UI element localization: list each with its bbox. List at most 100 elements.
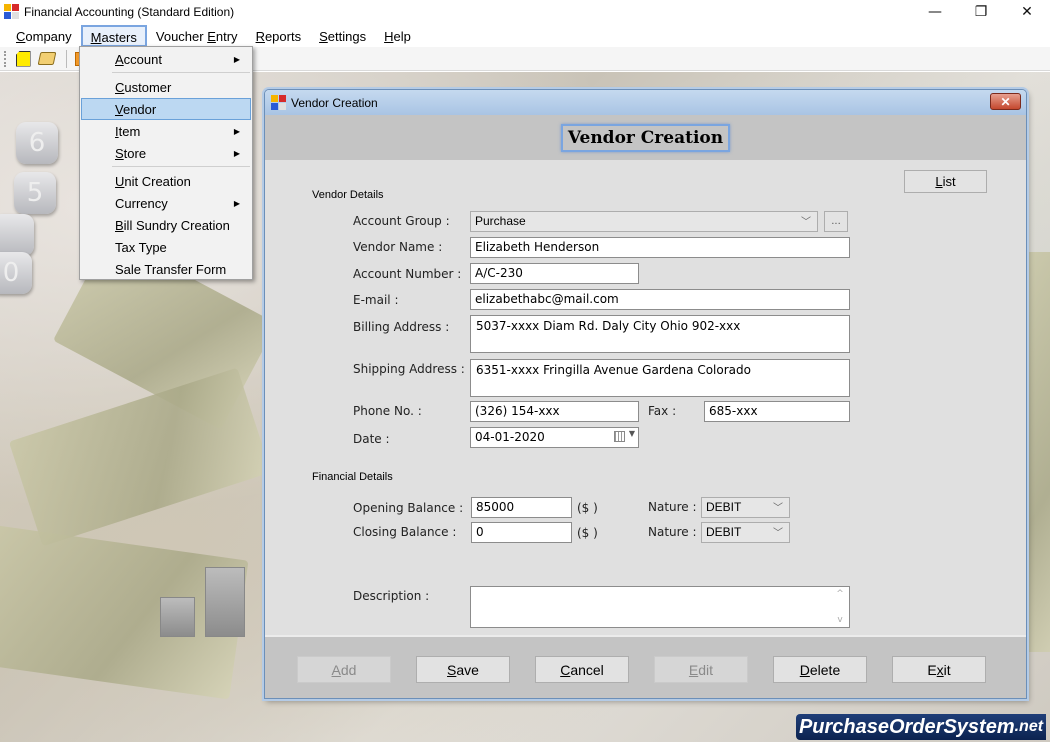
menu-reports[interactable]: Reports	[247, 25, 311, 47]
dialog-heading: Vendor Creation	[560, 123, 731, 152]
menu-item-account[interactable]: Account ▶	[81, 48, 251, 70]
account-group-browse-button[interactable]: ...	[824, 211, 848, 232]
app-title: Financial Accounting (Standard Edition)	[24, 5, 235, 19]
fax-label: Fax :	[648, 404, 677, 418]
open-folder-icon	[37, 52, 57, 65]
date-label: Date :	[353, 432, 390, 446]
account-group-label: Account Group :	[353, 214, 450, 228]
new-document-icon	[15, 50, 31, 67]
menu-item-currency[interactable]: Currency ▶	[81, 192, 251, 214]
shipping-address-textarea[interactable]: 6351-xxxx Fringilla Avenue Gardena Color…	[470, 359, 850, 397]
calculator-key-graphic: 6	[16, 122, 58, 164]
email-input[interactable]: elizabethabc@mail.com	[470, 289, 850, 310]
submenu-arrow-icon: ▶	[233, 127, 240, 136]
chevron-down-icon: ﹀	[773, 528, 783, 539]
menu-item-unit-creation[interactable]: Unit Creation	[81, 170, 251, 192]
menu-voucher-entry[interactable]: Voucher Entry	[147, 25, 247, 47]
financial-details-section-label: Financial Details	[312, 471, 393, 483]
close-button[interactable]: ✕	[1004, 0, 1050, 24]
submenu-arrow-icon: ▶	[233, 55, 240, 64]
fax-input[interactable]: 685-xxx	[704, 401, 850, 422]
phone-label: Phone No. :	[353, 404, 422, 418]
chevron-down-icon: ﹀	[801, 217, 811, 228]
description-textarea[interactable]: ^ v	[470, 586, 850, 628]
menu-item-item[interactable]: Item ▶	[81, 120, 251, 142]
menu-separator	[112, 166, 250, 167]
menu-item-sale-transfer-form[interactable]: Sale Transfer Form	[81, 258, 251, 280]
menu-item-tax-type[interactable]: Tax Type	[81, 236, 251, 258]
bar-chart-graphic	[160, 597, 195, 637]
vendor-details-section-label: Vendor Details	[312, 189, 384, 201]
list-button[interactable]: List	[904, 170, 987, 193]
close-icon: ✕	[1000, 94, 1011, 109]
save-button[interactable]: Save	[416, 656, 510, 683]
email-label: E-mail :	[353, 293, 399, 307]
vendor-name-label: Vendor Name :	[353, 240, 443, 254]
account-group-select[interactable]: Purchase ﹀	[470, 211, 818, 232]
menu-separator	[112, 72, 250, 73]
opening-balance-input[interactable]: 85000	[471, 497, 572, 518]
add-button[interactable]: Add	[297, 656, 391, 683]
billing-address-label: Billing Address :	[353, 320, 450, 334]
menu-item-bill-sundry-creation[interactable]: Bill Sundry Creation	[81, 214, 251, 236]
account-number-label: Account Number :	[353, 267, 462, 281]
date-picker[interactable]: 04-01-2020 ▼	[470, 427, 639, 448]
opening-nature-select[interactable]: DEBIT ﹀	[701, 497, 790, 518]
opening-balance-currency: ($ )	[577, 501, 598, 515]
chevron-down-icon: ﹀	[773, 503, 783, 514]
cancel-button[interactable]: Cancel	[535, 656, 629, 683]
closing-balance-currency: ($ )	[577, 526, 598, 540]
closing-nature-label: Nature :	[648, 525, 697, 539]
description-scrollbar[interactable]: ^ v	[833, 587, 847, 627]
description-label: Description :	[353, 589, 430, 603]
menu-company[interactable]: Company	[7, 25, 81, 47]
calculator-key-graphic: 0	[0, 252, 32, 294]
calendar-icon	[614, 431, 625, 442]
submenu-arrow-icon: ▶	[233, 199, 240, 208]
menu-help[interactable]: Help	[375, 25, 420, 47]
dialog-body: List Vendor Details Account Group : Purc…	[265, 160, 1026, 635]
delete-button[interactable]: Delete	[773, 656, 867, 683]
edit-button[interactable]: Edit	[654, 656, 748, 683]
minimize-button[interactable]: —	[912, 0, 958, 24]
bar-chart-graphic	[205, 567, 245, 637]
closing-balance-label: Closing Balance :	[353, 525, 457, 539]
menu-bar: Company Masters Voucher Entry Reports Se…	[0, 24, 1050, 47]
dialog-titlebar: Vendor Creation ✕	[265, 90, 1026, 115]
app-titlebar: Financial Accounting (Standard Edition) …	[0, 0, 1050, 24]
toolbar-grip[interactable]	[4, 50, 7, 67]
new-button[interactable]	[13, 49, 33, 69]
menu-item-vendor[interactable]: Vendor	[81, 98, 251, 120]
vendor-name-input[interactable]: Elizabeth Henderson	[470, 237, 850, 258]
dropdown-arrow-icon: ▼	[628, 429, 635, 438]
phone-input[interactable]: (326) 154-xxx	[470, 401, 639, 422]
menu-settings[interactable]: Settings	[310, 25, 375, 47]
scroll-down-icon[interactable]: v	[837, 615, 842, 625]
opening-balance-label: Opening Balance :	[353, 501, 464, 515]
banknote-graphic	[8, 367, 272, 547]
menu-item-store[interactable]: Store ▶	[81, 142, 251, 164]
opening-nature-label: Nature :	[648, 500, 697, 514]
restore-button[interactable]: ❐	[958, 0, 1004, 24]
billing-address-textarea[interactable]: 5037-xxxx Diam Rd. Daly City Ohio 902-xx…	[470, 315, 850, 353]
menu-item-customer[interactable]: Customer	[81, 76, 251, 98]
dialog-close-button[interactable]: ✕	[990, 93, 1021, 110]
account-number-input[interactable]: A/C-230	[470, 263, 639, 284]
closing-balance-input[interactable]: 0	[471, 522, 572, 543]
banknote-graphic	[1025, 252, 1050, 652]
exit-button[interactable]: Ex it	[892, 656, 986, 683]
closing-nature-select[interactable]: DEBIT ﹀	[701, 522, 790, 543]
masters-dropdown-menu: Account ▶ Customer Vendor Item ▶ Store ▶ Un…	[79, 46, 253, 280]
app-logo-icon	[4, 4, 20, 20]
scroll-up-icon[interactable]: ^	[836, 589, 844, 599]
dialog-footer: Add Save Cancel Edit Delete Ex it	[265, 635, 1026, 698]
toolbar-separator	[66, 49, 67, 68]
submenu-arrow-icon: ▶	[233, 149, 240, 158]
shipping-address-label: Shipping Address :	[353, 362, 465, 376]
open-button[interactable]	[37, 49, 57, 69]
watermark-banner: PurchaseOrderSystem .net	[796, 714, 1046, 740]
dialog-header: Vendor Creation	[265, 115, 1026, 160]
vendor-creation-dialog: Vendor Creation ✕ Vendor Creation List V…	[264, 89, 1027, 699]
menu-masters[interactable]: Masters	[80, 24, 147, 47]
calculator-key-graphic: 5	[14, 172, 56, 214]
